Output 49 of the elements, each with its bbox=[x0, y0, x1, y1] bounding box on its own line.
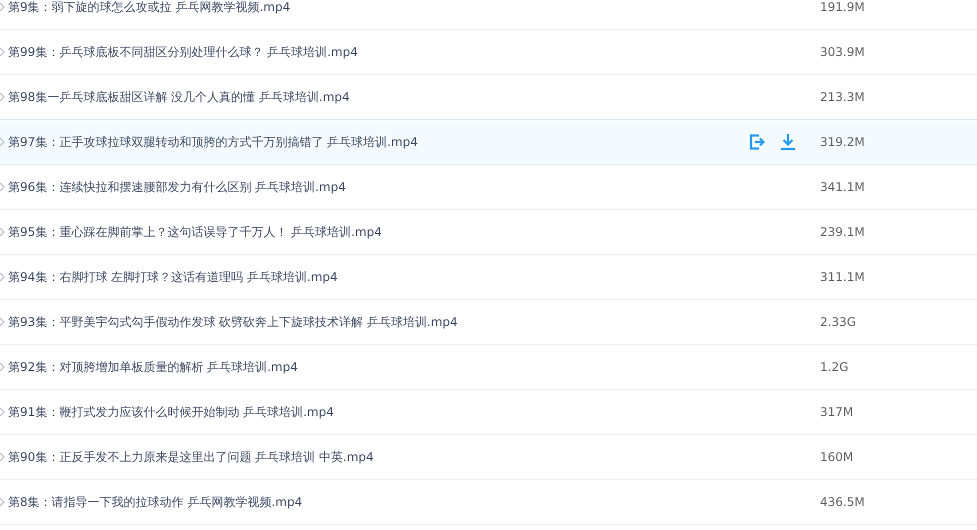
file-row[interactable]: 第93集：平野美宇勾式勾手假动作发球 砍劈砍奔上下旋球技术详解 乒乓球培训.mp4 2.33G bbox=[0, 300, 977, 345]
file-row[interactable]: 第91集：鞭打式发力应该什么时候开始制动 乒乓球培训.mp4 317M bbox=[0, 390, 977, 435]
file-size: 319.2M bbox=[820, 135, 866, 149]
file-name[interactable]: 第96集：连续快拉和摆速腰部发力有什么区别 乒乓球培训.mp4 bbox=[8, 178, 820, 196]
file-name[interactable]: 第92集：对顶胯增加单板质量的解析 乒乓球培训.mp4 bbox=[8, 358, 820, 376]
file-name[interactable]: 第99集：乒乓球底板不同甜区分别处理什么球？ 乒乓球培训.mp4 bbox=[8, 44, 820, 60]
chevron-icon bbox=[0, 318, 5, 326]
file-row[interactable]: 第9集：弱下旋的球怎么攻或拉 乒乓网教学视频.mp4 191.9M bbox=[0, 0, 977, 30]
file-row[interactable]: 第90集：正反手发不上力原来是这里出了问题 乒乓球培训 中英.mp4 160M bbox=[0, 435, 977, 480]
chevron-icon bbox=[0, 138, 5, 146]
file-row[interactable]: 第8集：请指导一下我的拉球动作 乒乓网教学视频.mp4 436.5M bbox=[0, 480, 977, 525]
chevron-icon bbox=[0, 48, 5, 56]
chevron-icon bbox=[0, 498, 5, 506]
chevron-icon bbox=[0, 93, 5, 101]
share-icon[interactable] bbox=[748, 133, 766, 151]
file-row[interactable]: 第95集：重心踩在脚前掌上？这句话误导了千万人！ 乒乓球培训.mp4 239.1M bbox=[0, 210, 977, 255]
download-icon[interactable] bbox=[779, 133, 797, 151]
chevron-icon bbox=[0, 453, 5, 461]
chevron-icon bbox=[0, 228, 5, 236]
file-name[interactable]: 第9集：弱下旋的球怎么攻或拉 乒乓网教学视频.mp4 bbox=[8, 0, 820, 16]
file-size: 239.1M bbox=[820, 225, 866, 239]
file-size: 311.1M bbox=[820, 270, 866, 284]
file-name[interactable]: 第98集一乒乓球底板甜区详解 没几个人真的懂 乒乓球培训.mp4 bbox=[8, 88, 820, 106]
file-name[interactable]: 第90集：正反手发不上力原来是这里出了问题 乒乓球培训 中英.mp4 bbox=[8, 448, 820, 466]
file-name[interactable]: 第8集：请指导一下我的拉球动作 乒乓网教学视频.mp4 bbox=[8, 494, 820, 510]
file-size: 341.1M bbox=[820, 180, 866, 194]
file-name[interactable]: 第94集：右脚打球 左脚打球？这话有道理吗 乒乓球培训.mp4 bbox=[8, 268, 820, 286]
file-size: 436.5M bbox=[820, 495, 866, 509]
file-size: 1.2G bbox=[820, 360, 850, 374]
file-size: 191.9M bbox=[820, 0, 866, 14]
file-name[interactable]: 第93集：平野美宇勾式勾手假动作发球 砍劈砍奔上下旋球技术详解 乒乓球培训.mp4 bbox=[8, 314, 820, 330]
file-size: 303.9M bbox=[820, 45, 866, 59]
file-name[interactable]: 第95集：重心踩在脚前掌上？这句话误导了千万人！ 乒乓球培训.mp4 bbox=[8, 224, 820, 240]
chevron-icon bbox=[0, 3, 5, 11]
file-row[interactable]: 第96集：连续快拉和摆速腰部发力有什么区别 乒乓球培训.mp4 341.1M bbox=[0, 165, 977, 210]
file-row[interactable]: 第94集：右脚打球 左脚打球？这话有道理吗 乒乓球培训.mp4 311.1M bbox=[0, 255, 977, 300]
file-row[interactable]: 第97集：正手攻球拉球双腿转动和顶胯的方式千万别搞错了 乒乓球培训.mp4 319.2M bbox=[0, 119, 977, 165]
file-size: 213.3M bbox=[820, 90, 866, 104]
chevron-icon bbox=[0, 273, 5, 281]
chevron-icon bbox=[0, 408, 5, 416]
file-name[interactable]: 第97集：正手攻球拉球双腿转动和顶胯的方式千万别搞错了 乒乓球培训.mp4 bbox=[8, 134, 748, 150]
chevron-icon bbox=[0, 183, 5, 191]
file-size: 2.33G bbox=[820, 315, 858, 329]
file-name[interactable]: 第91集：鞭打式发力应该什么时候开始制动 乒乓球培训.mp4 bbox=[8, 404, 820, 420]
file-size: 317M bbox=[820, 405, 854, 419]
file-size: 160M bbox=[820, 450, 854, 464]
file-row[interactable]: 第92集：对顶胯增加单板质量的解析 乒乓球培训.mp4 1.2G bbox=[0, 345, 977, 390]
chevron-icon bbox=[0, 363, 5, 371]
file-row[interactable]: 第99集：乒乓球底板不同甜区分别处理什么球？ 乒乓球培训.mp4 303.9M bbox=[0, 30, 977, 75]
